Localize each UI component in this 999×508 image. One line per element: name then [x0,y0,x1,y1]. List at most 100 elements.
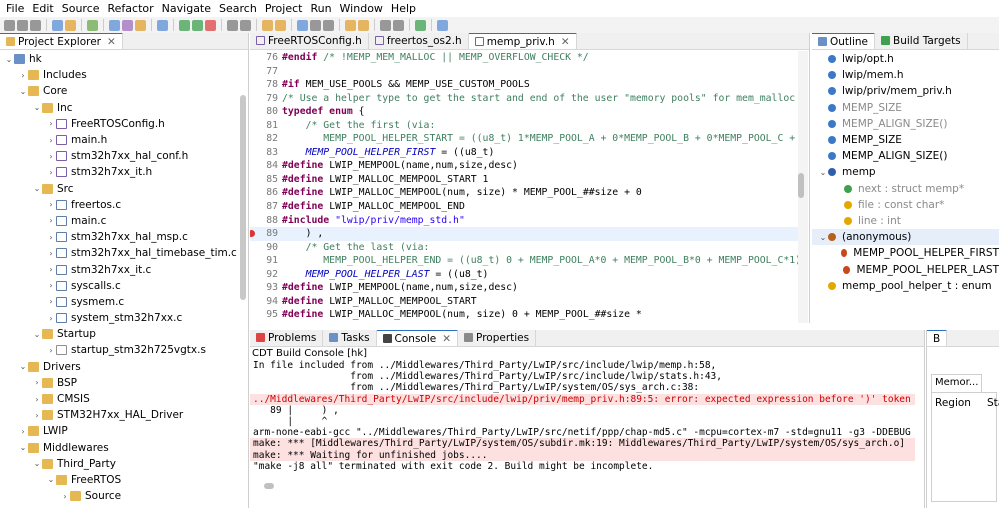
outline-item[interactable]: MEMP_POOL_HELPER_LAST [812,261,999,277]
expanded-chevron-icon[interactable]: ⌄ [32,459,42,468]
tree-item[interactable]: › startup_stm32h725vgtx.s [0,342,240,358]
close-icon[interactable]: ✕ [442,333,451,345]
toolbar-button-icon[interactable] [192,19,203,31]
collapsed-chevron-icon[interactable]: › [46,297,56,306]
outline-item[interactable]: MEMP_SIZE [812,132,999,148]
tree-item[interactable]: ⌄ FreeRTOS [0,472,240,488]
outline-item[interactable]: lwip/opt.h [812,51,999,67]
collapsed-chevron-icon[interactable]: › [18,71,28,80]
tree-item[interactable]: › FreeRTOSConfig.h [0,116,240,132]
menu-item-window[interactable]: Window [336,2,387,15]
collapsed-chevron-icon[interactable]: › [18,427,28,436]
explorer-scrollbar[interactable] [240,95,246,300]
menu-item-run[interactable]: Run [306,2,335,15]
menu-item-refactor[interactable]: Refactor [104,2,158,15]
tree-item[interactable]: › system_stm32h7xx.c [0,310,240,326]
toolbar-button-icon[interactable] [135,19,146,31]
outline-item[interactable]: memp_pool_helper_t : enum [812,278,999,294]
toolbar-button-icon[interactable] [4,19,15,31]
toolbar-button-icon[interactable] [380,19,391,31]
editor-scroll-thumb[interactable] [798,173,804,198]
tree-item[interactable]: › stm32h7xx_it.h [0,164,240,180]
tree-item[interactable]: › stm32h7xx_hal_conf.h [0,148,240,164]
expanded-chevron-icon[interactable]: ⌄ [818,168,828,177]
tab-freertos-os2-h[interactable]: freertos_os2.h [369,33,469,49]
toolbar-button-icon[interactable] [205,19,216,31]
toolbar-button-icon[interactable] [65,19,76,31]
expanded-chevron-icon[interactable]: ⌄ [32,330,42,339]
outline-item[interactable]: ⌄ memp [812,164,999,180]
collapsed-chevron-icon[interactable]: › [46,314,56,323]
toolbar-button-icon[interactable] [310,19,321,31]
tab-console[interactable]: Console ✕ [376,330,459,346]
toolbar-button-icon[interactable] [30,19,41,31]
outline-item[interactable]: MEMP_SIZE [812,100,999,116]
tree-item[interactable]: › BSP [0,375,240,391]
expanded-chevron-icon[interactable]: ⌄ [4,55,14,64]
toolbar-button-icon[interactable] [262,19,273,31]
collapsed-chevron-icon[interactable]: › [46,346,56,355]
tree-item[interactable]: ⌄ Drivers [0,359,240,375]
outline-item[interactable]: lwip/mem.h [812,67,999,83]
outline-item[interactable]: next : struct memp* [812,181,999,197]
outline-item[interactable]: MEMP_ALIGN_SIZE() [812,116,999,132]
tree-item[interactable]: › Source [0,488,240,504]
outline-item[interactable]: ⌄ (anonymous) [812,229,999,246]
expanded-chevron-icon[interactable]: ⌄ [18,443,28,452]
collapsed-chevron-icon[interactable]: › [46,265,56,274]
toolbar-button-icon[interactable] [323,19,334,31]
collapsed-chevron-icon[interactable]: › [46,168,56,177]
tree-item[interactable]: › main.c [0,213,240,229]
close-icon[interactable]: ✕ [561,36,570,48]
tab-problems[interactable]: Problems [250,330,324,346]
expanded-chevron-icon[interactable]: ⌄ [18,87,28,96]
tree-item[interactable]: › CMSIS [0,391,240,407]
toolbar-button-icon[interactable] [87,19,98,31]
expanded-chevron-icon[interactable]: ⌄ [818,233,828,242]
outline-item[interactable]: MEMP_POOL_HELPER_FIRST [812,245,999,261]
tree-item[interactable]: › main.h [0,132,240,148]
expanded-chevron-icon[interactable]: ⌄ [32,184,42,193]
tree-item[interactable]: › stm32h7xx_it.c [0,261,240,277]
tab-memp-priv-h[interactable]: memp_priv.h ✕ [468,33,577,49]
tree-item[interactable]: › syscalls.c [0,278,240,294]
tree-item[interactable]: ⌄ Inc [0,100,240,116]
toolbar-button-icon[interactable] [157,19,168,31]
menu-item-source[interactable]: Source [58,2,104,15]
tab-properties[interactable]: Properties [458,330,537,346]
tree-item[interactable]: ⌄ Startup [0,326,240,342]
tab-outline[interactable]: Outline [812,33,875,49]
collapsed-chevron-icon[interactable]: › [60,492,70,501]
tree-item[interactable]: › stm32h7xx_hal_msp.c [0,229,240,245]
code-view[interactable]: 76 #endif /* !MEMP_MEM_MALLOC || MEMP_OVE… [250,51,798,323]
outline-item[interactable]: lwip/priv/mem_priv.h [812,83,999,99]
menu-item-help[interactable]: Help [387,2,420,15]
tree-item[interactable]: › stm32h7xx_hal_timebase_tim.c [0,245,240,261]
collapsed-chevron-icon[interactable]: › [32,378,42,387]
tab-tasks[interactable]: Tasks [323,330,377,346]
collapsed-chevron-icon[interactable]: › [46,281,56,290]
toolbar-button-icon[interactable] [179,19,190,31]
console-output[interactable]: In file included from ../Middlewares/Thi… [250,360,915,472]
toolbar-button-icon[interactable] [52,19,63,31]
menu-item-edit[interactable]: Edit [28,2,57,15]
toolbar-button-icon[interactable] [297,19,308,31]
menu-item-file[interactable]: File [2,2,28,15]
tree-item[interactable]: ⌄ Core [0,83,240,99]
toolbar-button-icon[interactable] [109,19,120,31]
toolbar-button-icon[interactable] [358,19,369,31]
tree-item[interactable]: › freertos.c [0,197,240,213]
toolbar-button-icon[interactable] [122,19,133,31]
tab-build-targets[interactable]: Build Targets [875,33,968,49]
toolbar-button-icon[interactable] [345,19,356,31]
tree-item[interactable]: › sysmem.c [0,294,240,310]
collapsed-chevron-icon[interactable]: › [46,249,56,258]
toolbar-button-icon[interactable] [415,19,426,31]
collapsed-chevron-icon[interactable]: › [46,119,56,128]
toolbar-button-icon[interactable] [240,19,251,31]
toolbar-button-icon[interactable] [393,19,404,31]
toolbar-button-icon[interactable] [437,19,448,31]
tab-memory-regions[interactable]: Memor... [931,374,983,392]
outline-item[interactable]: line : int [812,213,999,229]
menu-item-search[interactable]: Search [215,2,261,15]
